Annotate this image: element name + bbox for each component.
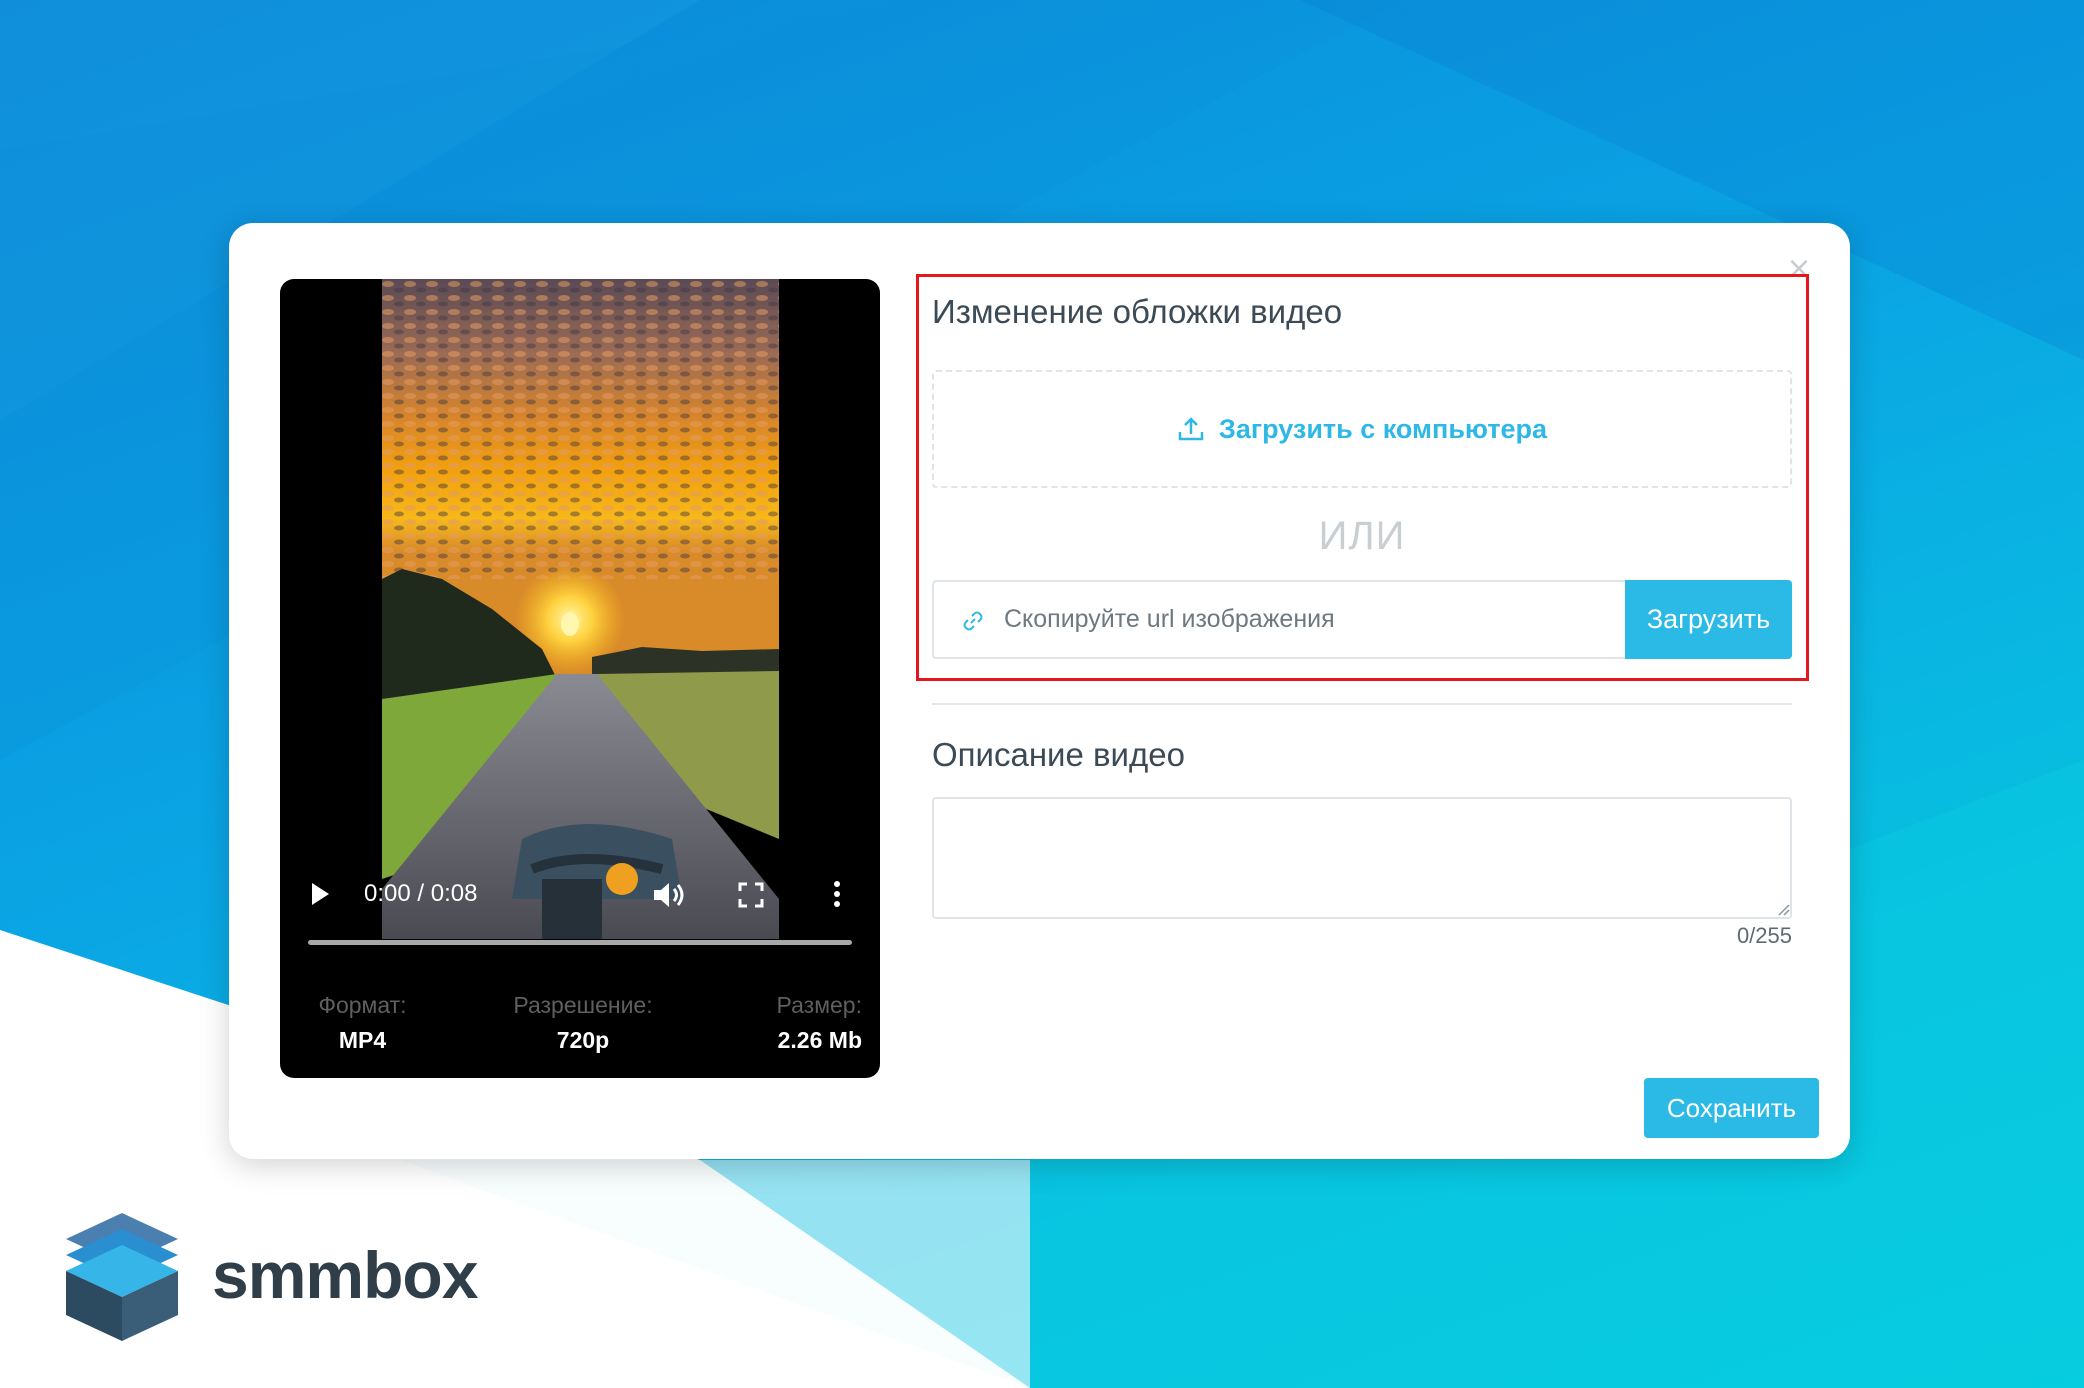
or-separator: ИЛИ	[1318, 514, 1406, 558]
brand-name: smmbox	[212, 1238, 478, 1312]
smmbox-logo-icon	[66, 1213, 178, 1341]
resolution-value: 720p	[556, 1027, 610, 1053]
resolution-label: Разрешение:	[513, 992, 653, 1018]
upload-dropzone[interactable]: Загрузить с компьютера	[932, 370, 1792, 488]
description-textarea[interactable]	[932, 797, 1792, 919]
upload-from-computer-label: Загрузить с компьютера	[1218, 413, 1548, 444]
format-value: MP4	[338, 1027, 387, 1053]
size-label: Размер:	[776, 992, 862, 1018]
save-button[interactable]: Сохранить	[1644, 1078, 1819, 1138]
time-display: 0:00 / 0:08	[364, 880, 478, 907]
upload-url-button[interactable]: Загрузить	[1625, 580, 1792, 659]
fullscreen-icon[interactable]	[738, 882, 764, 908]
description-title: Описание видео	[932, 736, 1185, 773]
upload-icon	[1178, 417, 1204, 441]
size-value: 2.26 Mb	[777, 1027, 862, 1053]
image-url-input[interactable]	[1004, 582, 1564, 657]
video-player[interactable]: 0:00 / 0:08 Формат: MP4 Разрешение: 720p…	[280, 279, 880, 1078]
progress-bar[interactable]	[308, 940, 852, 945]
upload-from-computer-button[interactable]: Загрузить с компьютера	[1177, 414, 1547, 445]
resize-handle-icon[interactable]	[1776, 902, 1790, 916]
cover-title: Изменение обложки видео	[932, 293, 1343, 330]
link-icon	[963, 611, 983, 631]
format-label: Формат:	[318, 992, 407, 1018]
video-frame-preview	[382, 279, 779, 939]
section-divider	[932, 703, 1792, 705]
play-icon[interactable]	[312, 883, 329, 905]
more-vertical-icon[interactable]	[832, 879, 842, 909]
character-counter: 0/255	[1736, 923, 1792, 948]
volume-icon[interactable]	[652, 880, 686, 910]
